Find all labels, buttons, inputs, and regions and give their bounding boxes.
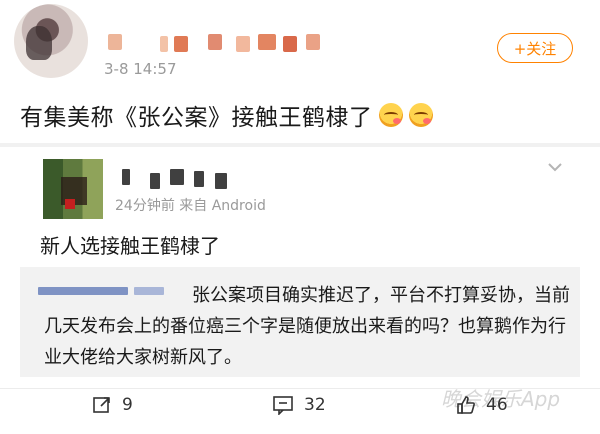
repost-avatar[interactable] (43, 159, 103, 219)
follow-button[interactable]: +关注 (497, 33, 573, 63)
comment-icon (273, 396, 293, 415)
drooling-face-emoji-icon (408, 103, 433, 127)
comment-count: 32 (304, 395, 326, 415)
repost-button[interactable]: 9 (92, 395, 133, 415)
share-icon (93, 397, 110, 413)
like-button[interactable]: 46 (456, 395, 508, 415)
reposted-card[interactable]: 24分钟前 来自 Android 新人选接触王鹤棣了 张公案项目确实推迟了，平台… (0, 147, 600, 411)
post-content: 有集美称《张公案》接触王鹤棣了 (20, 98, 433, 132)
repost-meta: 24分钟前 来自 Android (115, 198, 266, 214)
quoted-comment-text: 张公案项目确实推迟了，平台不打算妥协，当前几天发布会上的番位癌三个字是随便放出来… (44, 285, 570, 368)
post-timestamp: 3-8 14:57 (104, 60, 177, 78)
repost-text: 新人选接触王鹤棣了 (40, 234, 220, 258)
repost-username-blurred[interactable] (120, 169, 240, 189)
quoted-comment[interactable]: 张公案项目确实推迟了，平台不打算妥协，当前几天发布会上的番位癌三个字是随便放出来… (20, 267, 580, 377)
thumb-up-icon (457, 396, 475, 414)
drooling-face-emoji-icon (378, 103, 403, 127)
repost-count: 9 (122, 395, 133, 415)
avatar[interactable] (14, 4, 88, 78)
post-header: 3-8 14:57 +关注 (0, 0, 600, 90)
chevron-down-icon[interactable] (545, 157, 565, 177)
comment-button[interactable]: 32 (272, 395, 326, 415)
post-text: 有集美称《张公案》接触王鹤棣了 (20, 105, 373, 131)
action-bar: 9 32 46 (0, 388, 600, 434)
username-blurred[interactable] (108, 34, 328, 52)
like-count: 46 (486, 395, 508, 415)
